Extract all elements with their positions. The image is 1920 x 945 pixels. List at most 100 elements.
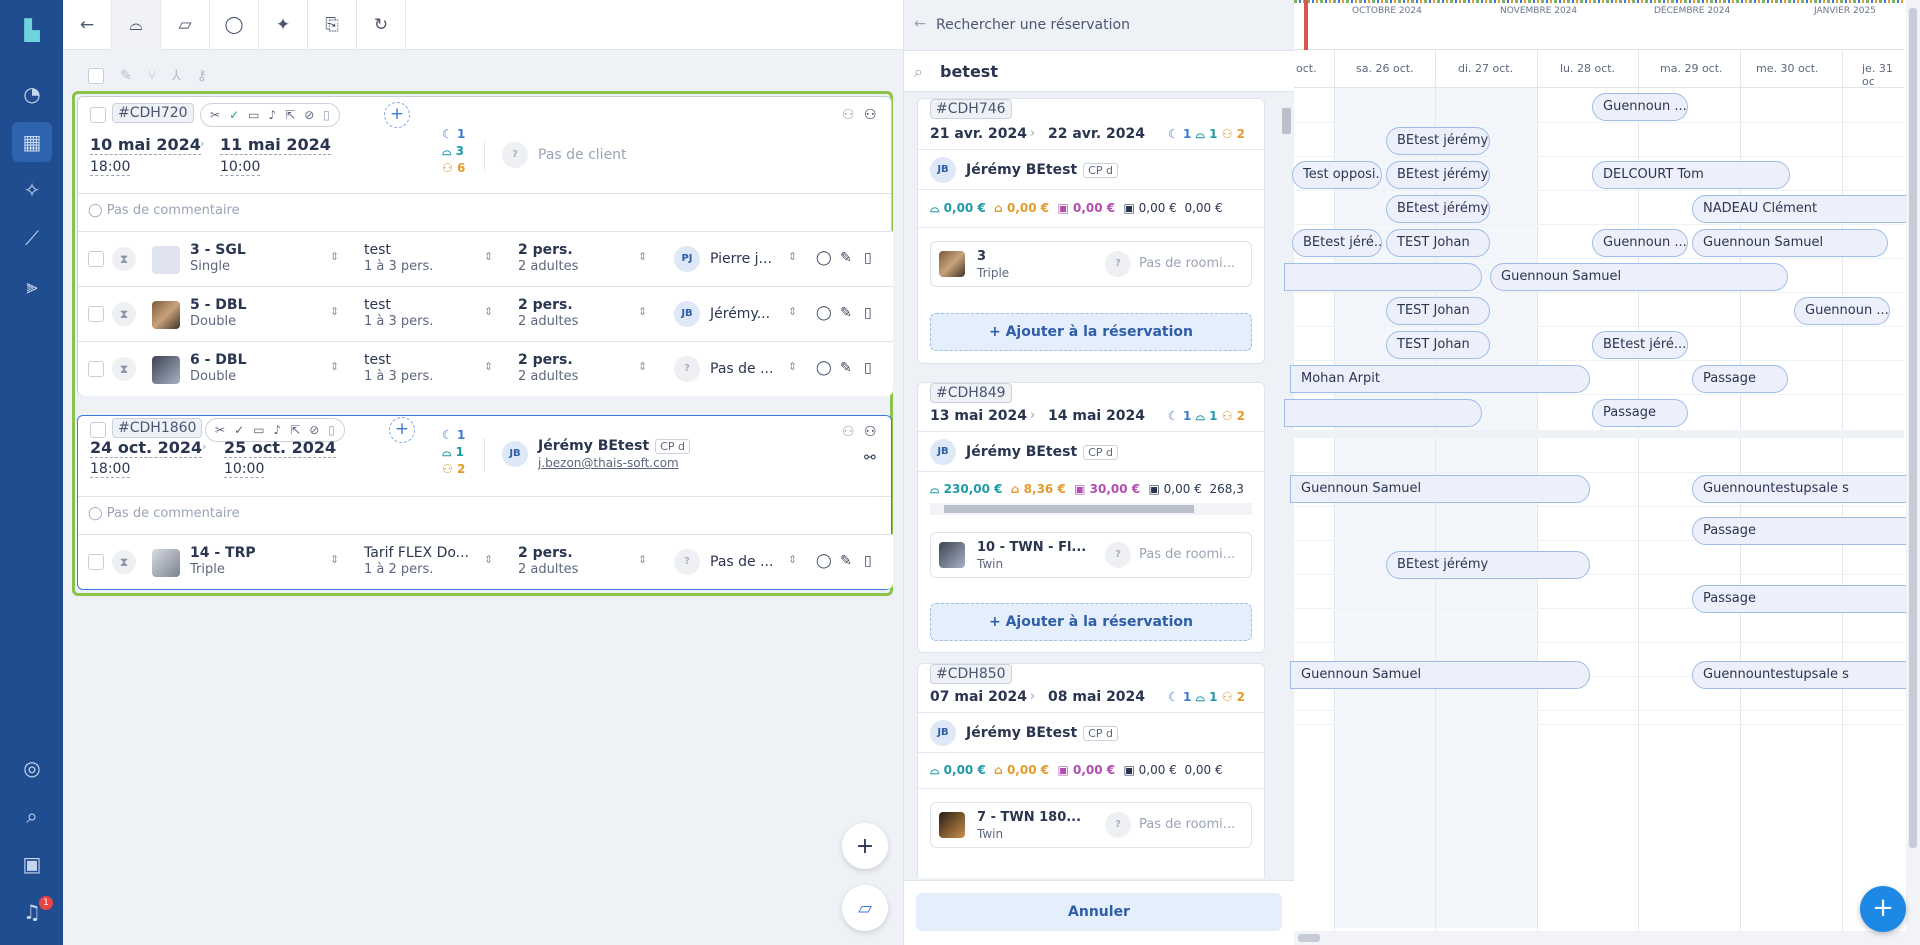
booking-pill[interactable]: NADEAU Clément bbox=[1692, 195, 1912, 223]
comment-field[interactable]: ◯ Pas de commentaire bbox=[88, 203, 240, 218]
search-user-icon[interactable]: ⚇ bbox=[864, 424, 877, 440]
persons[interactable]: 2 pers. bbox=[518, 352, 573, 368]
chevron-updown-icon[interactable]: ⇕ bbox=[638, 250, 647, 263]
refresh-icon[interactable]: ↻ bbox=[357, 0, 406, 50]
calendar-icon[interactable]: ▦ bbox=[12, 122, 52, 162]
new-booking-button[interactable]: + bbox=[1860, 886, 1906, 932]
help-icon[interactable]: ◎ bbox=[16, 752, 48, 784]
vertical-scrollbar[interactable] bbox=[1906, 0, 1920, 945]
bed-icon[interactable]: ⌓ bbox=[112, 0, 161, 50]
hourglass-icon[interactable]: ⧗ bbox=[112, 357, 136, 381]
booking-pill[interactable]: Mohan Arpit bbox=[1290, 365, 1590, 393]
scissors-icon[interactable]: ✂ bbox=[210, 108, 220, 122]
chevron-updown-icon[interactable]: ⇕ bbox=[638, 360, 647, 373]
check-icon[interactable]: ✓ bbox=[229, 108, 239, 122]
assign-user-icon[interactable]: ⚇ bbox=[842, 107, 855, 123]
comment-icon[interactable]: ◯ bbox=[816, 553, 832, 569]
booking-pill[interactable]: Guennoun ... bbox=[1592, 229, 1688, 257]
guest-name[interactable]: Pierre j... bbox=[710, 251, 772, 267]
booking-pill[interactable]: BEtest jérémy bbox=[1386, 127, 1490, 155]
trash-icon[interactable]: ▯ bbox=[864, 305, 872, 321]
booking-pill[interactable]: BEtest jérémy bbox=[1386, 161, 1490, 189]
rate-name[interactable]: test bbox=[364, 297, 391, 313]
chevron-updown-icon[interactable]: ⇕ bbox=[330, 305, 339, 318]
stats-icon[interactable]: ⟋ bbox=[16, 222, 48, 254]
back-arrow-icon[interactable]: ← bbox=[63, 0, 112, 50]
client-placeholder[interactable]: Pas de client bbox=[538, 147, 627, 163]
search-icon[interactable]: ⌕ bbox=[16, 800, 48, 832]
magic-icon[interactable]: ✦ bbox=[259, 0, 308, 50]
result-card[interactable]: #CDH849 13 mai 2024 › 14 mai 2024 ☾ 1 ⌓ … bbox=[917, 382, 1266, 653]
departure-time[interactable]: 10:00 bbox=[220, 159, 261, 176]
magic-wand-icon[interactable]: ✧ bbox=[16, 174, 48, 206]
chevron-updown-icon[interactable]: ⇕ bbox=[638, 305, 647, 318]
comment-icon[interactable]: ◯ bbox=[210, 0, 259, 50]
add-to-reservation-button[interactable]: + Ajouter à la réservation bbox=[930, 313, 1252, 351]
booking-pill[interactable] bbox=[1284, 263, 1482, 291]
persons[interactable]: 2 pers. bbox=[518, 297, 573, 313]
folder-icon[interactable]: ▱ bbox=[161, 0, 210, 50]
booking-pill[interactable]: BEtest jéré... bbox=[1292, 229, 1382, 257]
chevron-updown-icon[interactable]: ⇕ bbox=[788, 250, 797, 263]
booking-pill[interactable]: Passage bbox=[1692, 365, 1788, 393]
external-link-icon[interactable]: ⇱ bbox=[290, 423, 300, 437]
rate-name[interactable]: Tarif FLEX Do... bbox=[364, 545, 469, 561]
chevron-updown-icon[interactable]: ⇕ bbox=[484, 250, 493, 263]
merge-icon[interactable]: ⅄ bbox=[172, 68, 181, 84]
card-icon[interactable]: ▭ bbox=[248, 108, 259, 122]
chevron-updown-icon[interactable]: ⇕ bbox=[330, 250, 339, 263]
arrival-time[interactable]: 18:00 bbox=[90, 159, 131, 176]
reservation-checkbox[interactable] bbox=[90, 422, 106, 438]
booking-pill[interactable]: Guennountestupsale s bbox=[1692, 475, 1912, 503]
pencil-icon[interactable]: ✎ bbox=[840, 305, 852, 321]
arrival-time[interactable]: 18:00 bbox=[90, 461, 131, 478]
comment-field[interactable]: ◯ Pas de commentaire bbox=[88, 506, 240, 521]
link-icon[interactable]: ⚯ bbox=[864, 450, 876, 466]
chevron-updown-icon[interactable]: ⇕ bbox=[330, 360, 339, 373]
comment-icon[interactable]: ◯ bbox=[816, 250, 832, 266]
guest-name[interactable]: Pas de ... bbox=[710, 361, 773, 377]
add-room-button[interactable]: + bbox=[384, 102, 410, 128]
departure-time[interactable]: 10:00 bbox=[224, 461, 265, 478]
assign-user-icon[interactable]: ⚇ bbox=[842, 424, 855, 440]
persons[interactable]: 2 pers. bbox=[518, 242, 573, 258]
chevron-updown-icon[interactable]: ⇕ bbox=[484, 305, 493, 318]
row-checkbox[interactable] bbox=[88, 306, 104, 322]
comment-icon[interactable]: ◯ bbox=[816, 360, 832, 376]
ban-icon[interactable]: ⊘ bbox=[304, 108, 314, 122]
persons[interactable]: 2 pers. bbox=[518, 545, 573, 561]
comment-icon[interactable]: ◯ bbox=[816, 305, 832, 321]
booking-pill[interactable]: Guennoun ... bbox=[1794, 297, 1890, 325]
folder-search-icon[interactable]: ▱ bbox=[842, 885, 888, 931]
hourglass-icon[interactable]: ⧗ bbox=[112, 302, 136, 326]
key-icon[interactable]: ⚷ bbox=[197, 68, 207, 84]
file-export-icon[interactable]: ⎘ bbox=[308, 0, 357, 50]
hourglass-icon[interactable]: ⧗ bbox=[112, 550, 136, 574]
arrival-date[interactable]: 10 mai 2024 bbox=[90, 135, 201, 155]
bell-icon[interactable]: ♪ bbox=[273, 423, 281, 437]
settings-sliders-icon[interactable]: ⫸ bbox=[16, 270, 48, 302]
bell-icon[interactable]: ♪ bbox=[268, 108, 276, 122]
dashboard-icon[interactable]: ◔ bbox=[16, 78, 48, 110]
row-checkbox[interactable] bbox=[88, 361, 104, 377]
result-card[interactable]: #CDH746 21 avr. 2024 › 22 avr. 2024 ☾ 1 … bbox=[917, 98, 1266, 364]
select-all-checkbox[interactable] bbox=[88, 68, 104, 84]
booking-pill[interactable]: Passage bbox=[1692, 585, 1912, 613]
booking-pill[interactable]: BEtest jérémy bbox=[1386, 195, 1490, 223]
booking-pill[interactable]: Passage bbox=[1592, 399, 1688, 427]
horizontal-scrollbar[interactable] bbox=[1294, 931, 1906, 945]
booking-pill[interactable]: TEST Johan bbox=[1386, 229, 1490, 257]
booking-pill[interactable]: TEST Johan bbox=[1386, 331, 1490, 359]
departure-date[interactable]: 25 oct. 2024 bbox=[224, 438, 337, 458]
chevron-updown-icon[interactable]: ⇕ bbox=[788, 553, 797, 566]
booking-pill[interactable]: Guennoun Samuel bbox=[1490, 263, 1788, 291]
pencil-icon[interactable]: ✎ bbox=[840, 360, 852, 376]
client-email[interactable]: j.bezon@thais-soft.com bbox=[538, 456, 679, 470]
check-icon[interactable]: ✓ bbox=[234, 423, 244, 437]
row-checkbox[interactable] bbox=[88, 554, 104, 570]
rate-name[interactable]: test bbox=[364, 242, 391, 258]
booking-pill[interactable]: TEST Johan bbox=[1386, 297, 1490, 325]
trash-icon[interactable]: ▯ bbox=[864, 553, 872, 569]
chevron-updown-icon[interactable]: ⇕ bbox=[638, 553, 647, 566]
booking-pill[interactable]: Guennoun ... bbox=[1592, 93, 1688, 121]
